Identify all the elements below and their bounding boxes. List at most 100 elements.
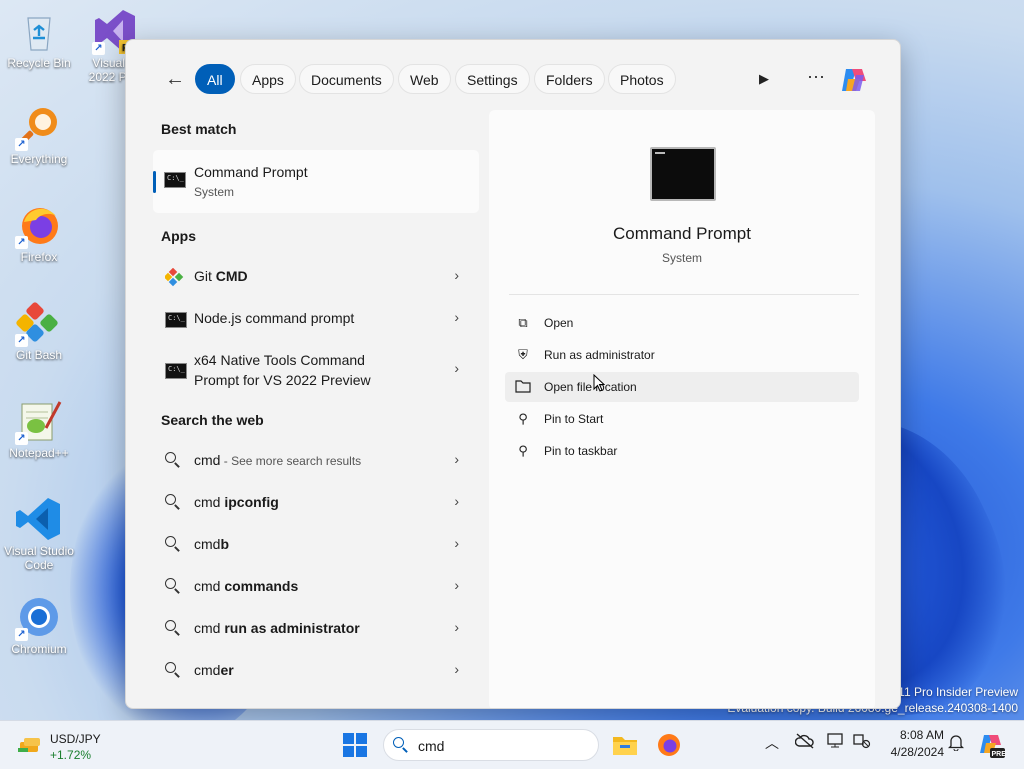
vscode-icon (16, 496, 62, 542)
command-prompt-icon: C:\_ (165, 312, 187, 328)
chevron-right-icon[interactable]: › (454, 661, 459, 677)
taskbar-search-box[interactable]: cmd (383, 729, 599, 761)
watermark-edition: 11 Pro Insider Preview (898, 685, 1018, 699)
best-match-subtitle: System (194, 185, 235, 199)
section-title-apps: Apps (161, 228, 196, 244)
app-result-nodejs-command-prompt[interactable]: C:\_ Node.js command prompt › (153, 299, 479, 339)
taskbar-file-explorer[interactable] (611, 731, 639, 759)
back-button[interactable]: ← (162, 67, 188, 93)
desktop-icon-label: Git Bash (15, 348, 63, 362)
tab-apps[interactable]: Apps (240, 64, 296, 94)
firefox-icon: ↗ (15, 202, 62, 249)
chevron-right-icon[interactable]: › (454, 535, 459, 551)
web-result-query: cmd (194, 662, 221, 678)
web-result-query: cmd (194, 578, 225, 594)
more-options-button[interactable]: ··· (804, 67, 828, 91)
copilot-preview-button[interactable]: PRE (978, 731, 1006, 759)
copilot-icon (842, 69, 866, 91)
search-icon (165, 662, 181, 678)
tab-settings[interactable]: Settings (455, 64, 530, 94)
start-button[interactable] (343, 733, 367, 757)
git-bash-icon: ↗ (15, 300, 62, 347)
tab-photos[interactable]: Photos (608, 64, 676, 94)
chevron-right-icon[interactable]: › (454, 577, 459, 593)
chevron-right-icon[interactable]: › (454, 451, 459, 467)
web-result-label: cmd run as administrator (194, 620, 360, 636)
details-pane: Command Prompt System ⧉ Open ⛨ Run as ad… (489, 110, 875, 708)
action-open-file-location[interactable]: Open file location (505, 372, 859, 402)
web-result-label: cmder (194, 662, 234, 678)
search-panel: ← All Apps Documents Web Settings Folder… (125, 39, 901, 709)
chevron-right-icon[interactable]: › (454, 309, 459, 325)
desktop-icon-chromium[interactable]: ↗ Chromium (1, 594, 77, 656)
app-result-label-match: CMD (215, 268, 248, 284)
desktop-icon-git-bash[interactable]: ↗ Git Bash (1, 300, 77, 362)
desktop-icon-everything[interactable]: ↗ Everything (1, 104, 77, 166)
show-hidden-icons-button[interactable]: ︿ (765, 733, 779, 753)
action-pin-to-start[interactable]: ⚲ Pin to Start (505, 404, 859, 434)
web-result-completion: er (220, 662, 234, 678)
tab-web[interactable]: Web (398, 64, 451, 94)
tab-documents[interactable]: Documents (299, 64, 394, 94)
desktop-icon-notepad-plus-plus[interactable]: ↗ Notepad++ (1, 398, 77, 460)
action-open[interactable]: ⧉ Open (505, 308, 859, 338)
action-pin-to-taskbar[interactable]: ⚲ Pin to taskbar (505, 436, 859, 466)
clock-date: 4/28/2024 (890, 745, 944, 759)
web-result-cmd-commands[interactable]: cmd commands › (153, 567, 479, 607)
onedrive-status-button[interactable] (794, 733, 815, 752)
web-result-cmd-run-as-administrator[interactable]: cmd run as administrator › (153, 609, 479, 649)
network-volume-button[interactable] (853, 733, 871, 752)
web-result-completion: b (220, 536, 230, 552)
monitor-icon (827, 733, 843, 748)
web-result-query: cmd (194, 620, 225, 636)
ellipsis-icon: ··· (807, 66, 825, 86)
web-result-cmdb[interactable]: cmdb › (153, 525, 479, 565)
search-icon (165, 578, 181, 594)
chevron-right-icon[interactable]: › (454, 267, 459, 283)
clock-button[interactable]: 8:08 AM 4/28/2024 (884, 727, 944, 761)
taskbar-search-text[interactable]: cmd (418, 738, 444, 754)
app-result-label-prefix: Git (194, 268, 216, 284)
shortcut-arrow-icon: ↗ (15, 236, 28, 249)
desktop-icon-recycle-bin[interactable]: Recycle Bin (1, 8, 77, 70)
play-button[interactable]: ▶ (754, 69, 774, 89)
chevron-right-icon[interactable]: › (454, 619, 459, 635)
web-result-query: cmd (194, 452, 221, 468)
web-result-cmd[interactable]: cmd - See more search results › (153, 441, 479, 481)
notifications-button[interactable] (947, 733, 965, 754)
app-result-x64-native-tools[interactable]: C:\_ x64 Native Tools Command Prompt for… (153, 343, 479, 395)
app-result-git-cmd[interactable]: Git CMD › (153, 257, 479, 297)
desktop-icon-visual-studio-code[interactable]: Visual Studio Code (1, 496, 77, 572)
desktop-icon-firefox[interactable]: ↗ Firefox (1, 202, 77, 264)
chevron-right-icon[interactable]: › (454, 493, 459, 509)
search-icon (165, 452, 181, 468)
copilot-button[interactable] (838, 65, 870, 95)
tab-folders[interactable]: Folders (534, 64, 605, 94)
command-prompt-large-icon (650, 147, 716, 201)
chevron-right-icon[interactable]: › (454, 360, 459, 376)
details-title: Command Prompt (613, 224, 751, 243)
cloud-offline-icon (794, 733, 814, 749)
desktop-icon-label: Firefox (20, 250, 58, 264)
action-label: Run as administrator (544, 348, 655, 362)
search-filter-bar: ← All Apps Documents Web Settings Folder… (126, 64, 900, 96)
selection-indicator (153, 171, 156, 193)
app-result-label-line1: x64 Native Tools Command (194, 352, 365, 368)
web-result-query: cmd (194, 494, 225, 510)
web-result-cmder[interactable]: cmder › (153, 651, 479, 691)
web-result-completion: ipconfig (224, 494, 279, 510)
web-result-cmd-ipconfig[interactable]: cmd ipconfig › (153, 483, 479, 523)
tab-all[interactable]: All (195, 64, 235, 94)
widgets-button[interactable]: USD/JPY +1.72% (14, 730, 124, 762)
mouse-cursor-icon (593, 373, 606, 392)
action-run-as-administrator[interactable]: ⛨ Run as administrator (505, 340, 859, 370)
play-icon: ▶ (759, 71, 769, 86)
bell-icon (947, 735, 965, 752)
best-match-item[interactable]: C:\_ Command Prompt System (153, 150, 479, 213)
firefox-icon (658, 734, 680, 756)
widget-change: +1.72% (50, 748, 92, 762)
taskbar-firefox[interactable] (655, 731, 683, 759)
app-result-label: Git CMD (194, 268, 248, 284)
desktop-icon-label: Chromium (11, 642, 67, 656)
display-button[interactable] (827, 733, 845, 752)
